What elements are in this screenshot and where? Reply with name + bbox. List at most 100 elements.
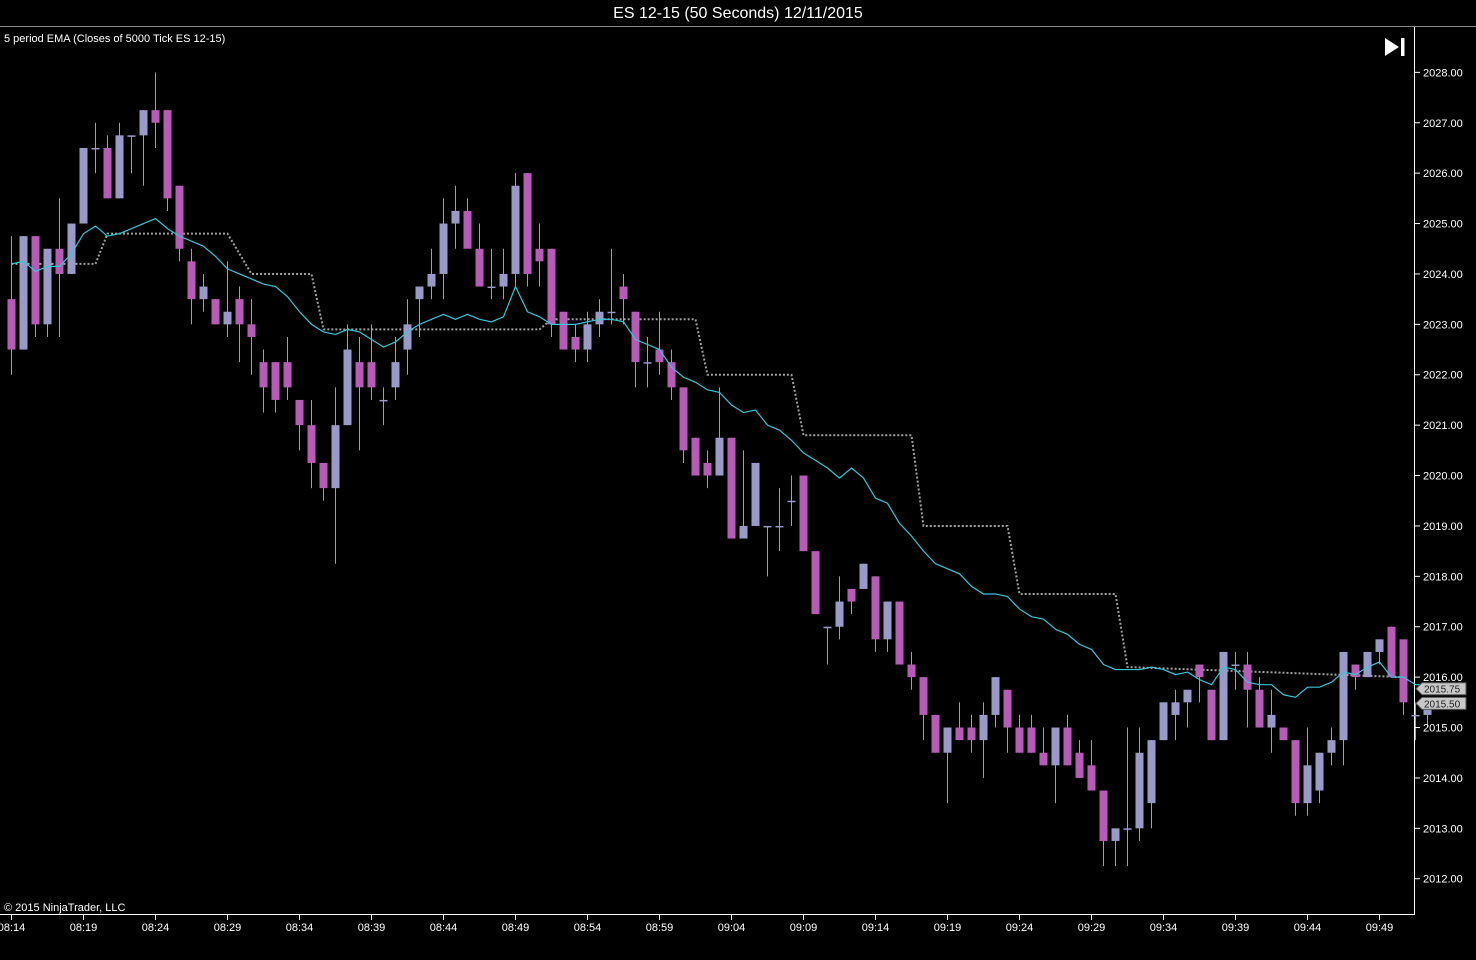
candle-body	[19, 236, 28, 350]
candle-body	[1363, 651, 1372, 678]
candle-body	[391, 362, 400, 388]
y-tick-label: 2017.00	[1423, 622, 1463, 634]
candle-body	[1159, 702, 1168, 741]
candle-body	[31, 236, 40, 325]
indicator-label: 5 period EMA (Closes of 5000 Tick ES 12-…	[4, 33, 226, 45]
candle-body	[907, 664, 916, 678]
candle-body	[595, 311, 604, 325]
y-tick-label: 2020.00	[1423, 471, 1463, 483]
candle-body	[679, 387, 688, 451]
price-marker-label: 2015.75	[1424, 685, 1461, 696]
x-tick-label: 08:39	[358, 922, 386, 934]
y-tick-label: 2021.00	[1423, 420, 1463, 432]
candle-body	[1315, 752, 1324, 791]
candle-body	[415, 286, 424, 300]
candle-body	[1183, 689, 1192, 703]
candle-body	[175, 185, 184, 249]
candle-body	[787, 500, 796, 503]
candle-body	[151, 110, 160, 123]
y-tick-label: 2015.00	[1423, 723, 1463, 735]
candle-body	[235, 299, 244, 325]
candle-body	[631, 311, 640, 363]
candle-body	[1387, 626, 1396, 678]
candle-body	[403, 324, 412, 350]
candle-body	[1219, 651, 1228, 741]
candle-body	[895, 601, 904, 665]
candle-body	[427, 273, 436, 287]
skip-to-end-button[interactable]	[1383, 36, 1407, 58]
x-tick-label: 09:04	[718, 922, 746, 934]
x-tick-label: 09:24	[1006, 922, 1034, 934]
candle-body	[1207, 689, 1216, 741]
candle-body	[943, 727, 952, 753]
candle-body	[1051, 727, 1060, 766]
candle-body	[691, 437, 700, 476]
candle-body	[79, 147, 88, 224]
price-chart[interactable]: 2012.002013.002014.002015.002016.002017.…	[0, 0, 1476, 960]
candle-body	[1039, 752, 1048, 766]
candle-body	[463, 210, 472, 249]
candle-body	[1087, 765, 1096, 791]
copyright-text: © 2015 NinjaTrader, LLC	[4, 902, 126, 914]
x-tick-label: 08:44	[430, 922, 458, 934]
candle-body	[835, 601, 844, 627]
candle-body	[1015, 727, 1024, 753]
x-tick-label: 09:14	[862, 922, 890, 934]
x-tick-label: 09:09	[790, 922, 818, 934]
candle-body	[1303, 765, 1312, 804]
candle-body	[1351, 664, 1360, 678]
candle-body	[199, 286, 208, 300]
candle-body	[847, 588, 856, 602]
candle-body	[103, 147, 112, 199]
x-tick-label: 09:29	[1078, 922, 1106, 934]
candle-body	[607, 311, 616, 314]
candle-body	[859, 563, 868, 589]
candle-body	[1411, 714, 1420, 717]
candle-body	[1063, 727, 1072, 766]
candle-body	[991, 677, 1000, 715]
candle-body	[127, 135, 136, 137]
candle-body	[139, 110, 148, 136]
candle-body	[967, 727, 976, 741]
candle-body	[295, 399, 304, 426]
candle-body	[871, 576, 880, 640]
x-tick-label: 09:49	[1366, 922, 1394, 934]
x-tick-label: 08:24	[142, 922, 170, 934]
x-tick-label: 09:34	[1150, 922, 1178, 934]
candle-body	[1255, 689, 1264, 728]
y-tick-label: 2026.00	[1423, 168, 1463, 180]
candle-body	[1231, 664, 1240, 667]
y-tick-label: 2022.00	[1423, 370, 1463, 382]
x-tick-label: 08:29	[214, 922, 242, 934]
y-tick-label: 2024.00	[1423, 269, 1463, 281]
candle-body	[1123, 828, 1132, 830]
candle-body	[1279, 727, 1288, 741]
candle-body	[1075, 752, 1084, 778]
price-marker-label: 2015.50	[1424, 699, 1461, 710]
x-tick-label: 08:54	[574, 922, 602, 934]
candle-body	[307, 425, 316, 463]
candle-body	[355, 362, 364, 388]
candle-body	[1327, 740, 1336, 753]
candle-body	[1099, 790, 1108, 841]
candle-body	[559, 311, 568, 350]
candle-body	[619, 286, 628, 300]
candle-body	[523, 173, 532, 274]
candle-body	[1375, 639, 1384, 652]
candle-body	[343, 349, 352, 426]
y-tick-label: 2013.00	[1423, 823, 1463, 835]
x-tick-label: 08:19	[70, 922, 98, 934]
candle-body	[259, 362, 268, 388]
candle-body	[1399, 639, 1408, 703]
candle-body	[1003, 689, 1012, 728]
candle-body	[1147, 740, 1156, 804]
y-tick-label: 2014.00	[1423, 773, 1463, 785]
y-tick-label: 2028.00	[1423, 67, 1463, 79]
candle-body	[247, 324, 256, 337]
candle-body	[367, 362, 376, 388]
candle-body	[643, 362, 652, 364]
candle-body	[979, 714, 988, 741]
candle-body	[511, 185, 520, 274]
x-tick-label: 08:14	[0, 922, 25, 934]
candle-body	[955, 727, 964, 741]
